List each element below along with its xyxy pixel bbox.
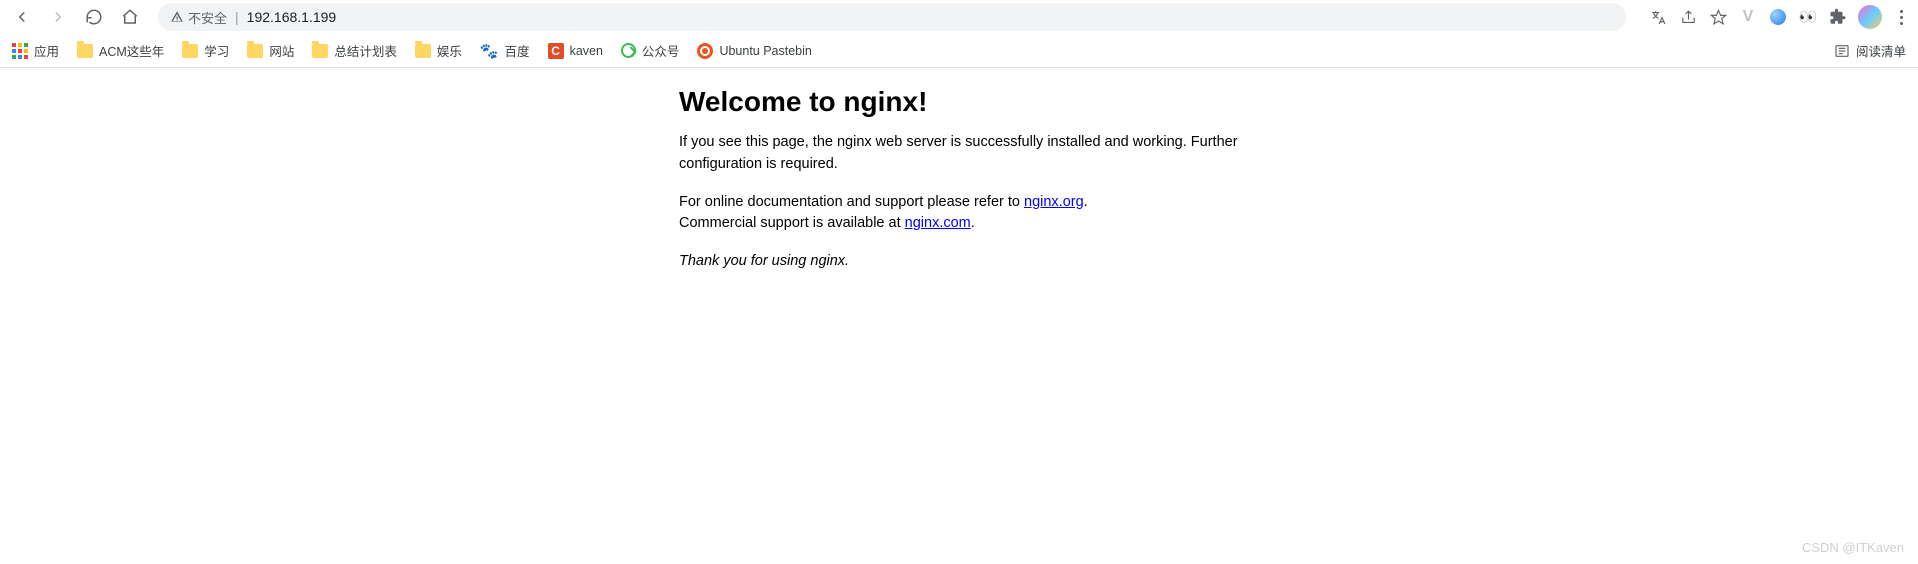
page-paragraph-1: If you see this page, the nginx web serv… [679,132,1239,176]
page-thankyou: Thank you for using nginx. [679,251,1239,273]
wechat-icon [621,43,636,58]
ubuntu-icon [697,43,713,59]
url-text: 192.168.1.199 [247,9,337,25]
watermark: CSDN @ITKaven [1802,540,1904,555]
page-paragraph-2: For online documentation and support ple… [679,192,1239,236]
apps-button[interactable]: 应用 [12,41,59,60]
bookmark-label: 总结计划表 [334,41,397,60]
menu-button[interactable] [1892,10,1910,25]
bookmark-folder-sites[interactable]: 网站 [247,41,294,60]
separator: | [235,9,239,25]
translate-icon[interactable] [1648,7,1668,27]
extension-globe-icon[interactable] [1768,7,1788,27]
link-nginx-com[interactable]: nginx.com [905,215,971,231]
bookmark-label: 娱乐 [437,41,462,60]
link-nginx-org[interactable]: nginx.org [1024,194,1084,210]
bookmark-folder-plan[interactable]: 总结计划表 [312,41,397,60]
bookmark-label: 学习 [204,41,229,60]
bookmark-ubuntu-pastebin[interactable]: Ubuntu Pastebin [697,43,811,59]
apps-icon [12,43,28,59]
folder-icon [77,44,93,58]
bookmark-label: 网站 [269,41,294,60]
security-label: 不安全 [188,8,227,27]
bookmark-folder-study[interactable]: 学习 [182,41,229,60]
bookmark-gzh[interactable]: 公众号 [621,41,680,60]
bookmark-kaven[interactable]: C kaven [548,43,603,59]
bookmark-label: 公众号 [642,41,680,60]
bookmark-folder-entertainment[interactable]: 娱乐 [415,41,462,60]
home-button[interactable] [116,3,144,31]
extension-vue-icon[interactable]: V [1738,7,1758,27]
reading-list-icon [1834,43,1850,59]
toolbar-right: V 👀 [1648,5,1910,29]
c-icon: C [548,43,564,59]
reading-list-button[interactable]: 阅读清单 [1834,41,1906,60]
reading-list-label: 阅读清单 [1856,41,1906,60]
bookmark-label: kaven [570,44,603,58]
folder-icon [415,44,431,58]
bookmark-label: ACM这些年 [99,41,164,60]
browser-toolbar: 不安全 | 192.168.1.199 V 👀 [0,0,1918,34]
page-content: Welcome to nginx! If you see this page, … [679,86,1239,273]
folder-icon [312,44,328,58]
bookmark-label: Ubuntu Pastebin [719,44,811,58]
bookmark-baidu[interactable]: 🐾 百度 [480,41,530,60]
forward-button[interactable] [44,3,72,31]
folder-icon [182,44,198,58]
bookmarks-bar: 应用 ACM这些年 学习 网站 总结计划表 娱乐 🐾 百度 C kaven 公众… [0,34,1918,68]
security-indicator[interactable]: 不安全 [170,8,227,27]
baidu-icon: 🐾 [480,42,499,60]
reload-button[interactable] [80,3,108,31]
page-title: Welcome to nginx! [679,86,1239,118]
folder-icon [247,44,263,58]
back-button[interactable] [8,3,36,31]
profile-avatar[interactable] [1858,5,1882,29]
apps-label: 应用 [34,41,59,60]
address-bar[interactable]: 不安全 | 192.168.1.199 [158,3,1626,31]
bookmark-folder-acm[interactable]: ACM这些年 [77,41,164,60]
bookmark-label: 百度 [505,41,530,60]
bookmark-star-icon[interactable] [1708,7,1728,27]
extensions-icon[interactable] [1828,7,1848,27]
extension-face-icon[interactable]: 👀 [1798,7,1818,27]
share-icon[interactable] [1678,7,1698,27]
